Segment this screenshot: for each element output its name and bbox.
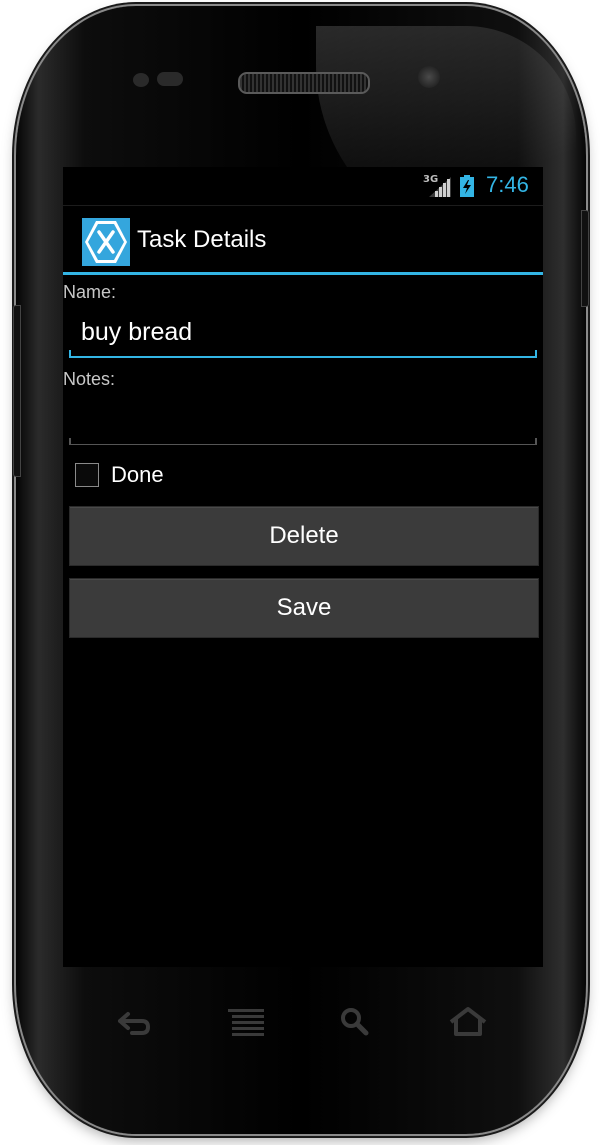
done-checkbox[interactable] — [75, 463, 99, 487]
proximity-sensor — [133, 73, 149, 87]
done-label: Done — [111, 462, 164, 487]
front-camera — [418, 66, 440, 88]
menu-icon[interactable] — [226, 1005, 266, 1037]
back-icon[interactable] — [112, 1005, 152, 1037]
page-title: Task Details — [137, 226, 267, 253]
screen: 3G 7:46 Task Details Name: buy bread Not… — [63, 167, 543, 967]
save-button[interactable]: Save — [69, 578, 539, 638]
done-checkbox-row[interactable]: Done — [75, 460, 275, 492]
delete-button[interactable]: Delete — [69, 506, 539, 566]
name-label: Name: — [63, 282, 117, 302]
light-sensor — [157, 72, 183, 86]
status-clock: 7:46 — [486, 172, 529, 197]
xamarin-logo-icon[interactable] — [82, 218, 130, 266]
battery-charging-icon — [460, 175, 474, 197]
notes-field[interactable] — [69, 402, 537, 445]
status-bar: 3G 7:46 — [63, 167, 543, 206]
action-bar: Task Details — [63, 206, 543, 274]
name-field-value: buy bread — [81, 318, 193, 346]
signal-icon — [429, 177, 451, 197]
home-icon[interactable] — [448, 1005, 488, 1037]
earpiece-speaker — [238, 72, 370, 94]
search-icon[interactable] — [336, 1005, 376, 1037]
power-button — [581, 210, 589, 307]
volume-button — [13, 305, 21, 477]
notes-label: Notes: — [63, 369, 116, 389]
action-bar-divider — [63, 272, 543, 275]
name-field[interactable]: buy bread — [69, 312, 537, 358]
